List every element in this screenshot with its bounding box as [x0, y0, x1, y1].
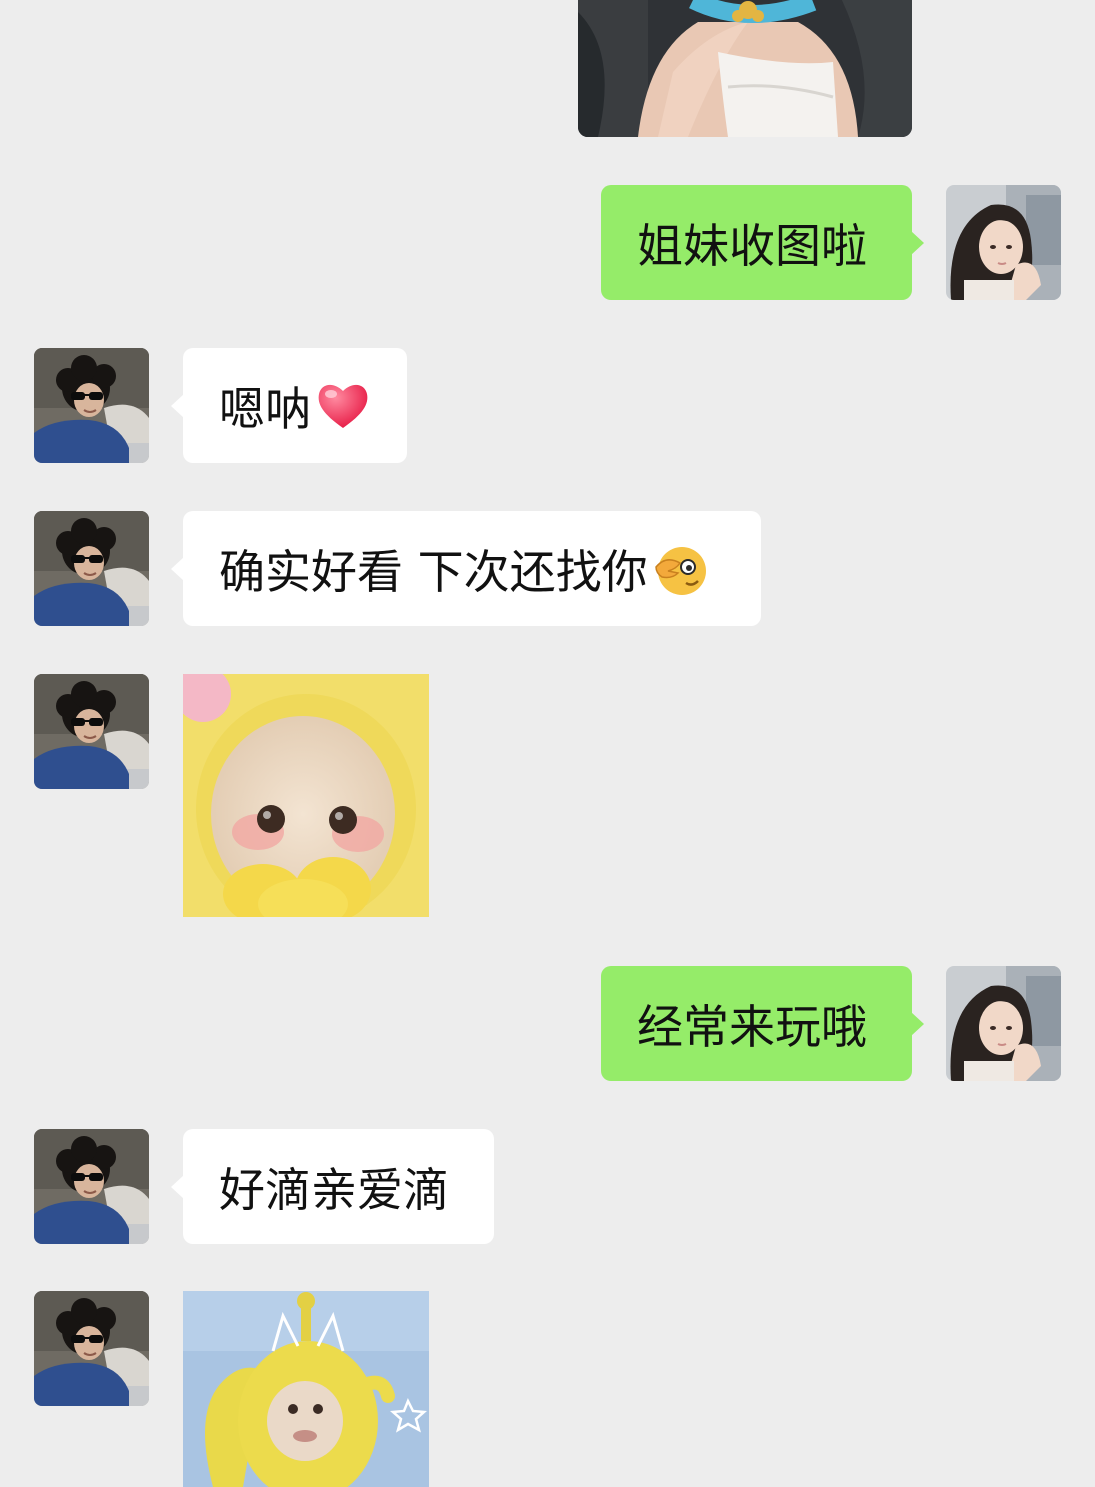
message-text: 确实好看 下次还找你 [219, 544, 648, 599]
sticker-message[interactable] [183, 1291, 429, 1487]
message-bubble-incoming[interactable]: 确实好看 下次还找你 [171, 511, 761, 626]
curly-hair-sunglasses-avatar-icon [34, 674, 149, 789]
message-bubble-incoming[interactable]: 嗯呐 [171, 348, 407, 463]
winking-face-hand-emoji-icon [652, 541, 708, 597]
message-text: 姐妹收图啦 [637, 218, 867, 273]
curly-hair-sunglasses-avatar-icon [34, 511, 149, 626]
girl-long-hair-avatar-icon [946, 966, 1061, 1081]
photo-message[interactable] [578, 0, 912, 137]
yellow-teletubby-waving-sticker-image [183, 1291, 429, 1487]
chat-view: 姐妹收图啦 嗯呐 确实好看 下次还找你 经常来玩哦 好滴亲爱滴 [0, 0, 1095, 1487]
photo-woman-white-dress-image [578, 0, 912, 137]
curly-hair-sunglasses-avatar-icon [34, 1291, 149, 1406]
yellow-teletubby-face-sticker-image [183, 674, 429, 917]
avatar-contact[interactable] [34, 674, 149, 789]
curly-hair-sunglasses-avatar-icon [34, 348, 149, 463]
message-text: 好滴亲爱滴 [219, 1162, 449, 1217]
message-bubble-outgoing[interactable]: 经常来玩哦 [601, 966, 924, 1081]
avatar-contact[interactable] [34, 1291, 149, 1406]
avatar-self[interactable] [946, 185, 1061, 300]
avatar-self[interactable] [946, 966, 1061, 1081]
red-heart-emoji-icon [315, 378, 371, 434]
message-bubble-incoming[interactable]: 好滴亲爱滴 [171, 1129, 494, 1244]
avatar-contact[interactable] [34, 348, 149, 463]
avatar-contact[interactable] [34, 1129, 149, 1244]
message-text: 经常来玩哦 [637, 999, 867, 1054]
curly-hair-sunglasses-avatar-icon [34, 1129, 149, 1244]
message-text: 嗯呐 [219, 381, 311, 436]
girl-long-hair-avatar-icon [946, 185, 1061, 300]
sticker-message[interactable] [183, 674, 429, 917]
avatar-contact[interactable] [34, 511, 149, 626]
message-bubble-outgoing[interactable]: 姐妹收图啦 [601, 185, 924, 300]
